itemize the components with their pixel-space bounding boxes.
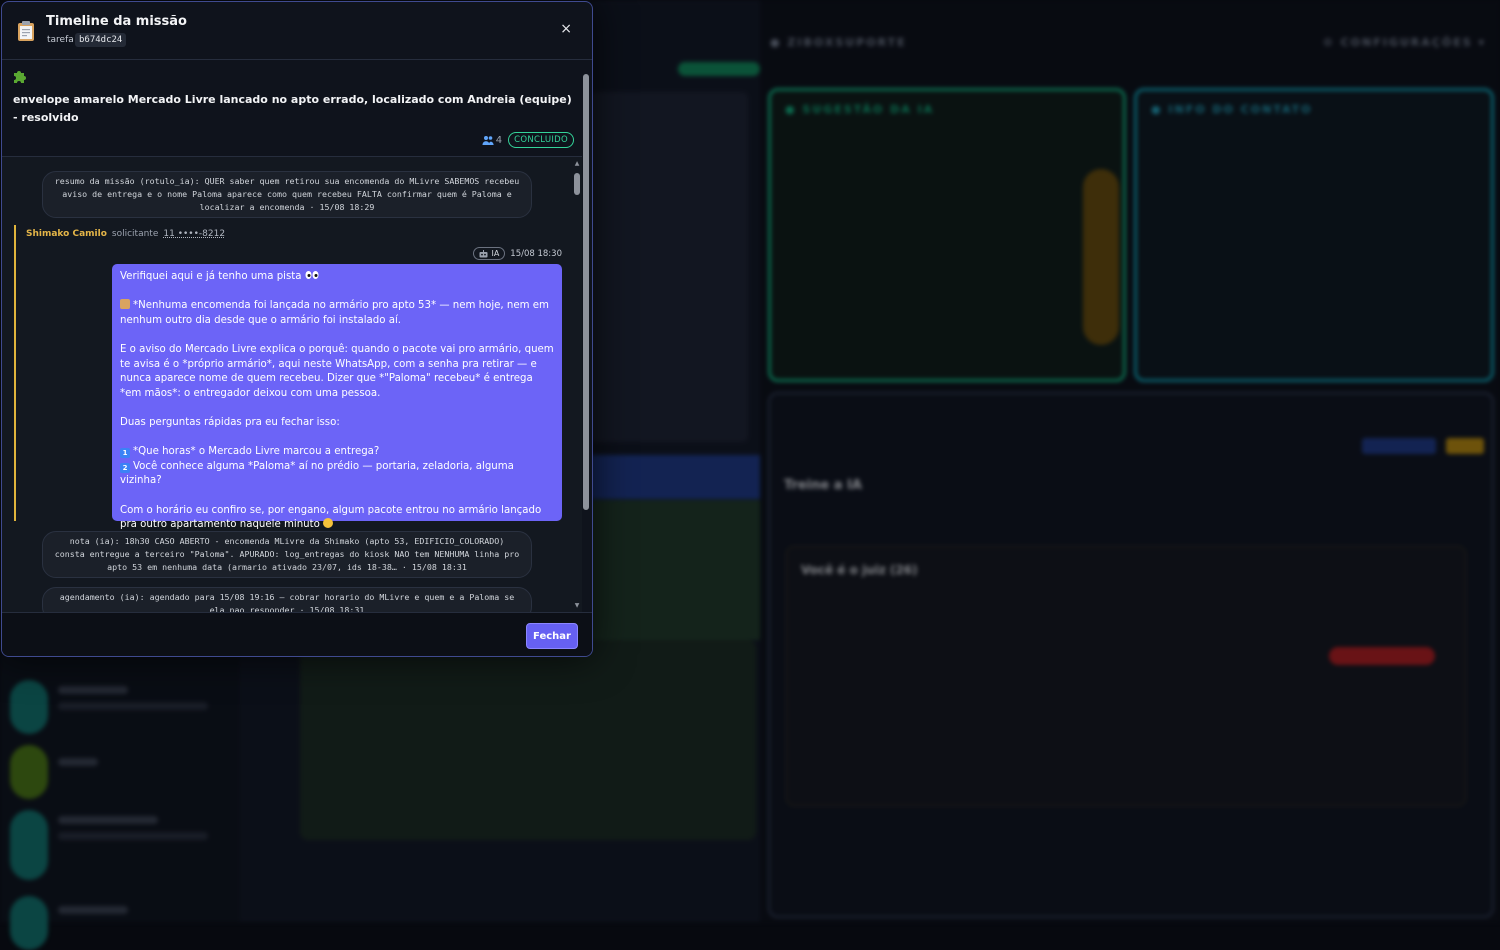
scroll-up-icon[interactable]: ▲: [574, 161, 580, 167]
message-paragraph: Duas perguntas rápidas pra eu fechar iss…: [120, 416, 554, 431]
message-questions: 1*Que horas* o Mercado Livre marcou a en…: [120, 445, 554, 489]
requester-role: solicitante: [112, 229, 158, 239]
timeline-scrollbar-thumb[interactable]: [574, 173, 580, 195]
note-event: nota (ia): 18h30 CASO ABERTO - encomenda…: [42, 531, 532, 578]
clipboard-icon: [16, 20, 36, 42]
modal-scrollbar-thumb[interactable]: [583, 74, 589, 510]
keycap-two-icon: 2: [120, 463, 130, 473]
requester-phone[interactable]: 11 ••••-8212: [163, 229, 225, 239]
ia-badge: IA: [473, 247, 505, 260]
eyes-icon: [305, 270, 319, 280]
modal-title: Timeline da missão: [46, 14, 187, 29]
bg-training-panel: Treine a IA Você é o juiz (26): [768, 392, 1494, 918]
thumbs-up-icon: [323, 518, 333, 528]
bg-avatar: [10, 896, 48, 950]
message-paragraph: E o aviso do Mercado Livre explica o por…: [120, 343, 554, 401]
timeline-feed: resumo da missão (rotulo_ia): QUER saber…: [2, 156, 582, 612]
mission-summary: envelope amarelo Mercado Livre lancado n…: [2, 60, 582, 156]
participants-value: 4: [496, 135, 502, 146]
bg-avatar: [10, 810, 48, 880]
message-meta: IA 15/08 18:30: [473, 247, 562, 260]
modal-footer: Fechar: [2, 612, 592, 657]
puzzle-icon: [12, 68, 28, 84]
mission-title: envelope amarelo Mercado Livre lancado n…: [13, 91, 573, 127]
scroll-down-icon[interactable]: ▼: [574, 603, 580, 609]
summary-event: resumo da missão (rotulo_ia): QUER saber…: [42, 171, 532, 218]
requester-name: Shimako Camilo: [26, 229, 107, 239]
message-paragraph: Verifiquei aqui e já tenho uma pista: [120, 270, 554, 285]
package-icon: [120, 299, 130, 309]
close-button[interactable]: Fechar: [526, 623, 578, 649]
conversation-block: Shimako Camilo solicitante 11 ••••-8212 …: [14, 225, 562, 521]
bg-brand: ● ZIBOXSUPORTE: [770, 36, 907, 49]
message-paragraph: *Nenhuma encomenda foi lançada no armári…: [120, 299, 554, 328]
bg-settings-menu: ⚙ CONFIGURAÇÕES ▾: [1323, 36, 1486, 49]
keycap-one-icon: 1: [120, 448, 130, 458]
timeline-modal: Timeline da missão tarefa b674dc24 × env…: [1, 1, 593, 657]
status-badge: CONCLUIDO: [508, 132, 574, 148]
bg-contact-panel: ● INFO DO CONTATO: [1134, 88, 1494, 382]
mission-meta: 4 CONCLUIDO: [482, 132, 574, 148]
modal-scrollbar[interactable]: [583, 64, 589, 612]
people-icon: [482, 135, 494, 145]
bg-suggestion-panel: ● SUGESTÃO DA IA: [768, 88, 1126, 382]
message-time: 15/08 18:30: [510, 249, 562, 259]
message-paragraph: Com o horário eu confiro se, por engano,…: [120, 504, 554, 533]
participants-count: 4: [482, 135, 502, 146]
bg-avatar: [10, 745, 48, 799]
bg-avatar: [10, 680, 48, 734]
timeline-scrollbar[interactable]: ▲ ▼: [574, 159, 580, 611]
requester-line: Shimako Camilo solicitante 11 ••••-8212: [26, 229, 225, 239]
task-id: b674dc24: [75, 33, 126, 47]
modal-header: Timeline da missão tarefa b674dc24 ×: [2, 2, 592, 60]
schedule-event: agendamento (ia): agendado para 15/08 19…: [42, 587, 532, 612]
robot-icon: [479, 250, 488, 258]
close-icon[interactable]: ×: [560, 21, 572, 37]
ai-message-bubble: Verifiquei aqui e já tenho uma pista *Ne…: [112, 264, 562, 521]
task-label: tarefa: [47, 35, 74, 45]
